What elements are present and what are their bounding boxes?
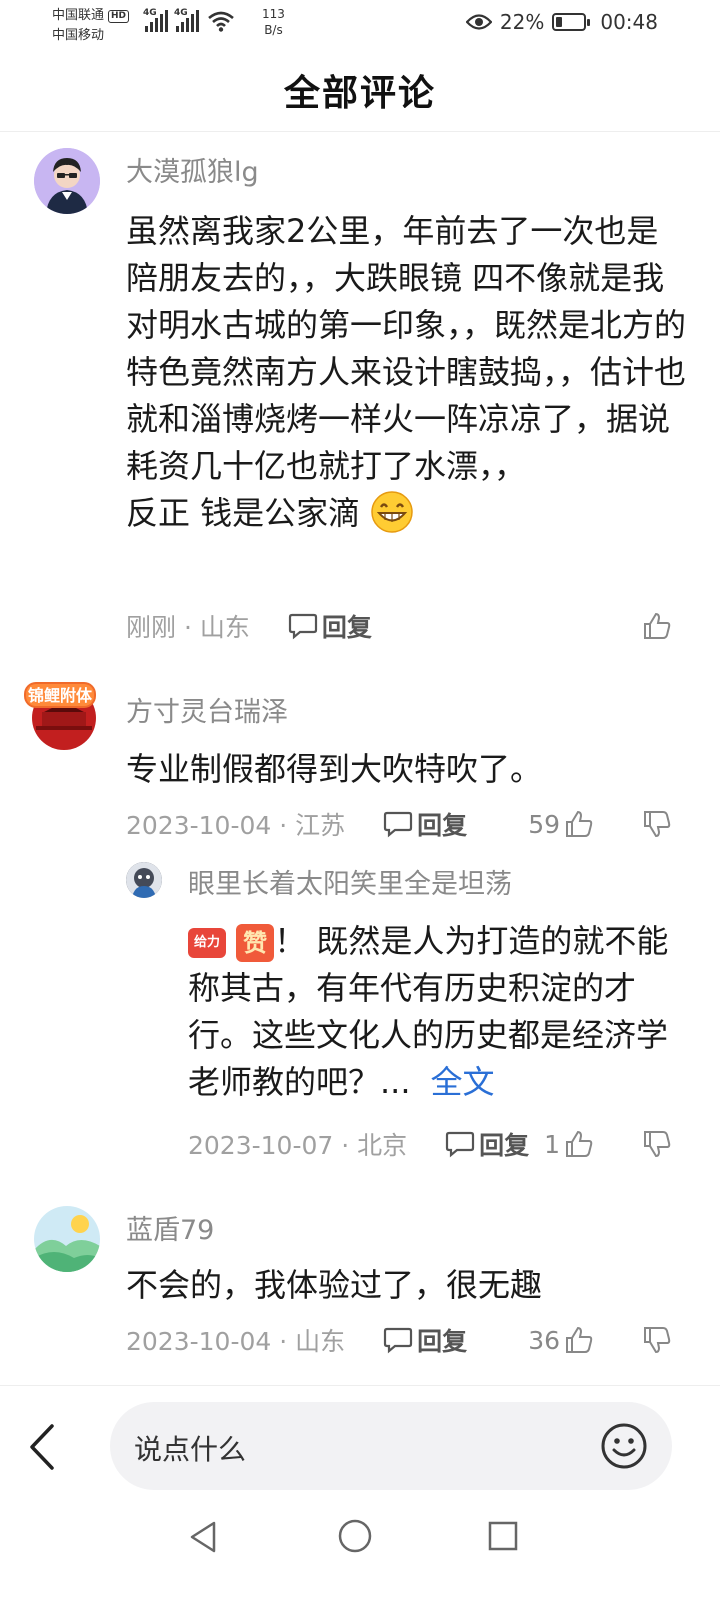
reply-meta: 2023-10-07 · 北京 回复 1 (188, 1124, 672, 1164)
comment-input-placeholder: 说点什么 (134, 1433, 247, 1466)
eye-comfort-icon (465, 14, 492, 30)
comment-text: 不会的，我体验过了，很无趣 (126, 1266, 543, 1304)
thumbs-down-icon (644, 811, 671, 838)
reply-button[interactable]: 回复 (383, 1322, 467, 1358)
status-bar: 中国联通 HD 中国移动 4G 4G 113 B/s 22% 00:48 (0, 0, 720, 48)
nav-recent-apps-icon[interactable] (486, 1519, 520, 1553)
carrier-info: 中国联通 HD 中国移动 (52, 6, 130, 46)
like-count: 59 (528, 809, 560, 839)
like-button[interactable] (642, 611, 672, 641)
network-speed: 113 B/s (262, 6, 285, 38)
comment-meta: 2023-10-04 · 山东 回复 36 (126, 1320, 672, 1360)
like-button[interactable]: 1 (544, 1129, 594, 1159)
reply-button[interactable]: 回复 (445, 1126, 529, 1162)
like-count: 36 (528, 1325, 560, 1355)
status-right: 22% 00:48 (465, 10, 658, 34)
zan-sticker-icon: 赞 (236, 924, 275, 962)
grinning-emoji-icon (371, 491, 414, 533)
cell-signal-2-icon: 4G (174, 8, 199, 32)
avatar[interactable] (34, 1206, 100, 1272)
speed-value: 113 (262, 7, 285, 21)
reply-avatar-illustration-icon (126, 862, 162, 898)
signal-indicators: 4G 4G (143, 8, 235, 32)
network-type-2: 4G (174, 8, 188, 18)
comment-text-main: 虽然离我家2公里，年前去了一次也是陪朋友去的，，大跌眼镜 四不像就是我对明水古城… (126, 212, 687, 485)
reply-text: 给力 赞！ 既然是人为打造的就不能称其古，有年代有历史积淀的才行。这些文化人的历… (188, 918, 678, 1106)
like-count: 1 (544, 1129, 560, 1159)
reply-label: 回复 (479, 1131, 530, 1160)
user-avatar-illustration-icon (34, 148, 100, 214)
comment-time-location: 2023-10-04 · 山东 (126, 1327, 346, 1356)
hd-badge: HD (108, 9, 130, 23)
thumbs-down-icon (644, 1327, 671, 1354)
comment-username[interactable]: 大漠孤狼lg (126, 150, 259, 189)
avatar[interactable] (34, 148, 100, 214)
koi-badge-avatar-icon: 锦鲤附体 (24, 682, 96, 750)
dislike-button[interactable] (642, 809, 672, 839)
network-type-1: 4G (143, 8, 157, 18)
comment-time-location: 刚刚 · 山东 (126, 613, 250, 642)
comment-input[interactable]: 说点什么 (110, 1402, 672, 1490)
comment-meta: 刚刚 · 山东 回复 (126, 606, 672, 646)
like-button[interactable]: 59 (528, 809, 594, 839)
emoji-picker-icon[interactable] (600, 1422, 648, 1470)
reply-username[interactable]: 眼里长着太阳笑里全是坦荡 (188, 862, 512, 901)
avatar[interactable]: 锦鲤附体 (20, 668, 100, 754)
comment-meta: 2023-10-04 · 江苏 回复 59 (126, 804, 672, 844)
back-arrow-icon[interactable] (22, 1422, 62, 1472)
dislike-button[interactable] (642, 1129, 672, 1159)
battery-level (556, 17, 563, 27)
comment-bubble-icon (446, 1131, 475, 1158)
thumbs-up-icon (566, 810, 593, 837)
reply-button[interactable]: 回复 (288, 608, 372, 644)
reply-label: 回复 (417, 1327, 468, 1356)
reply-button[interactable]: 回复 (383, 806, 467, 842)
clock: 00:48 (600, 10, 658, 34)
thumbs-up-icon (566, 1130, 593, 1157)
system-navigation-bar (0, 1505, 720, 1600)
nav-back-icon[interactable] (186, 1519, 220, 1555)
reply-label: 回复 (417, 811, 468, 840)
reply-time-location: 2023-10-07 · 北京 (188, 1131, 408, 1160)
wifi-icon (208, 11, 234, 32)
battery-icon (552, 13, 591, 31)
comment-text: 虽然离我家2公里，年前去了一次也是陪朋友去的，，大跌眼镜 四不像就是我对明水古城… (126, 208, 686, 537)
cell-signal-1-icon: 4G (143, 8, 168, 32)
battery-percent: 22% (499, 10, 545, 34)
carrier-2: 中国移动 (52, 28, 105, 43)
reply-avatar[interactable] (126, 862, 162, 898)
thumbs-up-icon (644, 612, 671, 639)
page-header: 全部评论 (0, 48, 720, 132)
comment-time-location: 2023-10-04 · 江苏 (126, 811, 346, 840)
comment-composer-bar: 说点什么 (0, 1385, 720, 1505)
avatar-badge-text: 锦鲤附体 (28, 686, 93, 705)
thumbs-up-icon (566, 1326, 593, 1353)
nav-home-icon[interactable] (337, 1518, 373, 1554)
comment-text: 专业制假都得到大吹特吹了。 (126, 750, 543, 788)
carrier-1: 中国联通 (52, 8, 105, 23)
thumbs-down-icon (644, 1131, 671, 1158)
geili-sticker-icon: 给力 (188, 928, 226, 958)
comment-bubble-icon (288, 613, 317, 640)
speed-unit: B/s (264, 23, 283, 37)
comment-username[interactable]: 方寸灵台瑞泽 (126, 690, 288, 729)
comment-bubble-icon (384, 1327, 413, 1354)
comment-text-tail: 反正 钱是公家滴 (126, 494, 361, 532)
read-full-text-link[interactable]: 全文 (431, 1063, 495, 1101)
page-title: 全部评论 (283, 72, 436, 114)
dislike-button[interactable] (642, 1325, 672, 1355)
comment-username[interactable]: 蓝盾79 (126, 1208, 214, 1247)
like-button[interactable]: 36 (528, 1325, 594, 1355)
reply-label: 回复 (321, 613, 372, 642)
comment-bubble-icon (384, 811, 413, 838)
landscape-avatar-icon (34, 1206, 100, 1272)
